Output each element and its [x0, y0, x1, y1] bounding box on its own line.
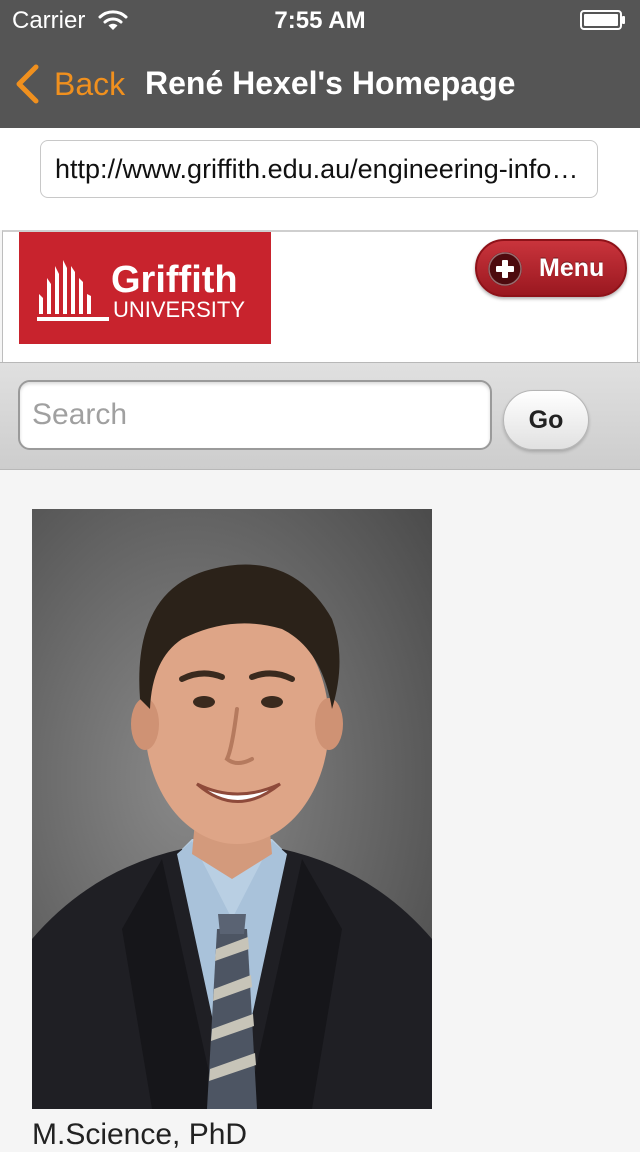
search-input[interactable] [18, 380, 492, 450]
search-bar: Go [0, 362, 640, 470]
chevron-left-icon [16, 64, 39, 104]
menu-button[interactable]: Menu [475, 239, 627, 297]
back-button[interactable]: Back [14, 62, 125, 106]
url-bar-area: http://www.griffith.edu.au/engineering-i… [0, 128, 640, 230]
page-title: René Hexel's Homepage [145, 65, 516, 101]
go-button[interactable]: Go [503, 390, 589, 450]
site-header: Griffith UNIVERSITY Menu [2, 230, 638, 363]
logo-brand-sub: UNIVERSITY [113, 297, 245, 322]
profile-photo [32, 509, 432, 1109]
plus-icon [488, 252, 522, 286]
profile-degrees: M.Science, PhD [32, 1118, 248, 1151]
status-bar: Carrier 7:55 AM [0, 0, 640, 40]
griffith-logo-graphic: Griffith UNIVERSITY [37, 259, 245, 322]
menu-button-label: Menu [539, 254, 605, 282]
griffith-logo[interactable]: Griffith UNIVERSITY [19, 232, 271, 344]
battery-icon [580, 10, 625, 30]
clock: 7:55 AM [274, 7, 366, 34]
back-button-label: Back [54, 65, 126, 102]
navigation-bar: Back René Hexel's Homepage [0, 40, 640, 128]
logo-brand-name: Griffith [111, 259, 238, 301]
url-field[interactable]: http://www.griffith.edu.au/engineering-i… [40, 140, 598, 198]
portrait-photo [32, 564, 432, 1109]
